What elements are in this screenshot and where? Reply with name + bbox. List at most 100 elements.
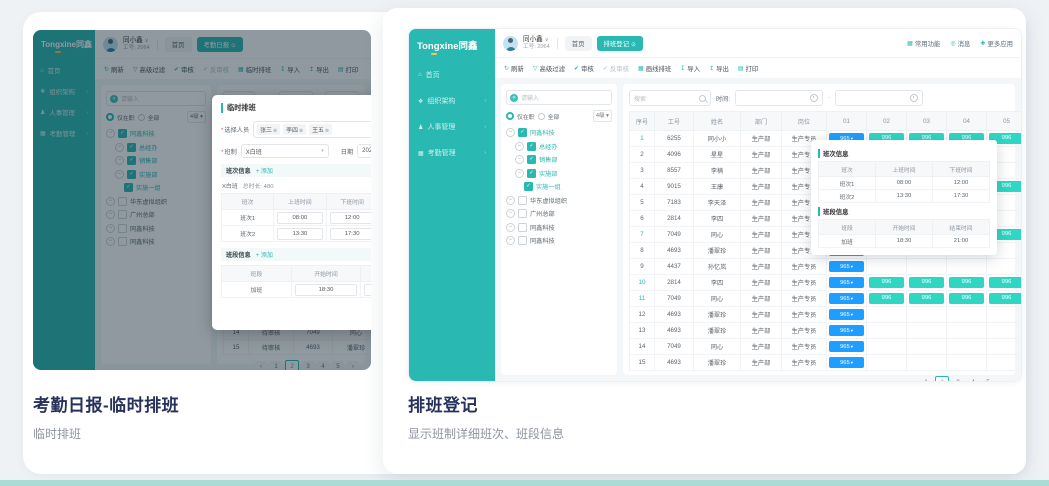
column-header: 结束时间 (933, 220, 990, 235)
tree-level-select[interactable]: 4级 ▾ (593, 110, 612, 122)
shift-chip-965[interactable]: 965▾ (829, 261, 864, 272)
quicklink-常用功能[interactable]: ▦常用功能 (907, 39, 940, 48)
person-tag-李四[interactable]: 李四⊗ (283, 124, 306, 135)
collapse-all-icon[interactable]: « (510, 94, 518, 102)
avatar[interactable] (503, 36, 518, 51)
page-button-1[interactable]: 1 (920, 377, 932, 382)
tree-search-input[interactable]: «请输入 (506, 90, 612, 105)
table-row[interactable]: 102814李四生产部生产专员965▾996996996996996 (630, 275, 1023, 291)
tree-node-同鑫科技[interactable]: −✓同鑫科技 (506, 126, 612, 140)
tree-node-同鑫科技[interactable]: −同鑫科技 (506, 234, 612, 248)
table-row[interactable]: 154693潘翠珍生产部生产专员965▾ (630, 355, 1023, 371)
search-input[interactable]: 搜索 (629, 90, 711, 106)
person-tag-王五[interactable]: 王五⊗ (309, 124, 332, 135)
table-row[interactable]: 147049同心生产部生产专员965▾ (630, 339, 1023, 355)
toolbar-审核[interactable]: ✔审核 (574, 64, 594, 73)
tree-node-华东虚拟组织[interactable]: −华东虚拟组织 (506, 194, 612, 208)
page-button-2[interactable]: 2 (935, 376, 949, 382)
shift-chip-996[interactable]: 996 (949, 293, 984, 304)
shift-chip-965[interactable]: 965▾ (829, 325, 864, 336)
checkbox[interactable]: ✓ (518, 128, 527, 137)
checkbox[interactable] (518, 196, 527, 205)
expand-icon[interactable]: − (515, 142, 524, 151)
quicklink-消息[interactable]: ◎消息 (950, 39, 970, 48)
expand-icon[interactable]: − (515, 155, 524, 164)
expand-icon[interactable]: − (515, 169, 524, 178)
page-button-5[interactable]: 5 (982, 377, 994, 382)
time-input[interactable]: 17:30 (330, 228, 372, 240)
shift-chip-996[interactable]: 996 (989, 277, 1022, 288)
shift-chip-996[interactable]: 996 (989, 293, 1022, 304)
expand-icon[interactable]: − (506, 223, 515, 232)
next-page-button[interactable]: › (997, 377, 1009, 382)
table-row[interactable]: 94437孙忆岚生产部生产专员965▾ (630, 259, 1023, 275)
checkbox[interactable]: ✓ (527, 142, 536, 151)
date-picker[interactable]: 2024-06 (357, 144, 371, 158)
date-from-input[interactable] (735, 90, 823, 106)
date-to-input[interactable] (835, 90, 923, 106)
shift-chip-965[interactable]: 965▾ (829, 293, 864, 304)
sidebar-item-首页[interactable]: ⌂首页 (409, 62, 495, 88)
time-input[interactable]: 08:00 (277, 212, 322, 224)
time-input[interactable]: 21:00 (364, 284, 371, 296)
checkbox[interactable]: ✓ (524, 182, 533, 191)
tree-node-总经办[interactable]: −✓总经办 (506, 140, 612, 154)
remove-icon[interactable]: ⊗ (273, 128, 277, 134)
tree-node-同鑫科技[interactable]: −同鑫科技 (506, 221, 612, 235)
shift-chip-965[interactable]: 965▾ (829, 277, 864, 288)
shift-chip-996[interactable]: 996 (909, 277, 944, 288)
tree-node-实施部[interactable]: −✓实施部 (506, 167, 612, 181)
quicklink-更多应用[interactable]: ✚更多应用 (980, 39, 1013, 48)
remove-icon[interactable]: ⊗ (325, 128, 329, 134)
shift-chip-996[interactable]: 996 (949, 277, 984, 288)
add-segment-button[interactable]: + 添加 (256, 250, 273, 259)
checkbox[interactable] (518, 209, 527, 218)
person-select-input[interactable]: 张三⊗李四⊗王五⊗ (253, 121, 371, 138)
time-input[interactable]: 18:30 (295, 284, 358, 296)
add-shift-button[interactable]: + 添加 (256, 166, 273, 175)
shift-chip-965[interactable]: 965▾ (829, 357, 864, 368)
checkbox[interactable] (518, 236, 527, 245)
tree-node-实施一组[interactable]: ✓实施一组 (506, 180, 612, 194)
user-name[interactable]: 同小鑫 ∨ (523, 36, 550, 44)
tree-node-销售部[interactable]: −✓销售部 (506, 153, 612, 167)
table-row[interactable]: 124693潘翠珍生产部生产专员965▾ (630, 307, 1023, 323)
shift-chip-996[interactable]: 996 (869, 277, 904, 288)
toolbar-画线排班[interactable]: ▦画线排班 (638, 64, 671, 73)
shift-system-select[interactable]: X白班▾ (241, 144, 329, 158)
expand-icon[interactable]: − (506, 209, 515, 218)
remove-icon[interactable]: ⊗ (299, 128, 303, 134)
shift-chip-996[interactable]: 996 (869, 293, 904, 304)
expand-icon[interactable]: − (506, 196, 515, 205)
tab-home[interactable]: 首页 (565, 36, 592, 51)
checkbox[interactable]: ✓ (527, 155, 536, 164)
sidebar-item-人事管理[interactable]: ♟人事管理› (409, 114, 495, 140)
expand-icon[interactable]: − (506, 236, 515, 245)
prev-page-button[interactable]: ‹ (905, 377, 917, 382)
radio-active-only[interactable] (506, 112, 514, 120)
sidebar-item-考勤管理[interactable]: ▦考勤管理› (409, 140, 495, 166)
column-header-01: 01 (827, 112, 867, 131)
shift-chip-965[interactable]: 965▾ (829, 309, 864, 320)
toolbar-导出[interactable]: ↥导出 (709, 64, 729, 73)
toolbar-导入[interactable]: ↧导入 (680, 64, 700, 73)
toolbar-打印[interactable]: ▤打印 (738, 64, 758, 73)
checkbox[interactable]: ✓ (527, 169, 536, 178)
shift-chip-965[interactable]: 965▾ (829, 341, 864, 352)
tab-schedule-register[interactable]: 排班登记⊙ (597, 36, 643, 51)
shift-chip-996[interactable]: 996 (909, 293, 944, 304)
table-row[interactable]: 134693潘翠珍生产部生产专员965▾ (630, 323, 1023, 339)
sidebar-item-组织架构[interactable]: ❖组织架构› (409, 88, 495, 114)
person-tag-张三[interactable]: 张三⊗ (257, 124, 280, 135)
toolbar-高级过滤[interactable]: ▽高级过滤 (533, 64, 565, 73)
checkbox[interactable] (518, 223, 527, 232)
time-input[interactable]: 12:00 (330, 212, 372, 224)
page-button-3[interactable]: 3 (952, 377, 964, 382)
table-row[interactable]: 117049同心生产部生产专员965▾996996996996996 (630, 291, 1023, 307)
expand-icon[interactable]: − (506, 128, 515, 137)
time-input[interactable]: 13:30 (277, 228, 322, 240)
radio-all[interactable] (538, 113, 545, 120)
page-button-4[interactable]: 4 (967, 377, 979, 382)
tree-node-广州总部[interactable]: −广州总部 (506, 207, 612, 221)
toolbar-刷新[interactable]: ↻刷新 (504, 64, 524, 73)
